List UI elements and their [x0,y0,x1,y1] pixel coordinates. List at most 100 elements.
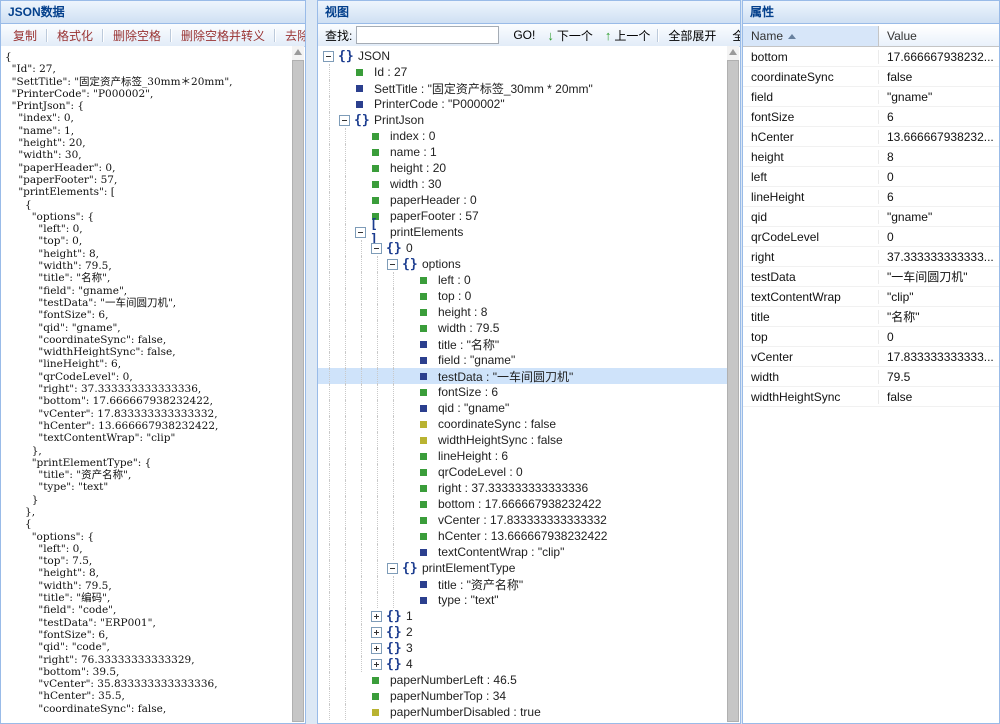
tree-node[interactable]: bottom : 17.666667938232422 [318,496,727,512]
tree-node[interactable]: [ ]printElements [318,224,727,240]
collapse-all-button[interactable]: 全部收缩 [724,27,741,44]
property-row[interactable]: coordinateSyncfalse [743,67,999,87]
tree-icon-cell: {} [338,48,354,64]
property-row[interactable]: height8 [743,147,999,167]
scroll-up-icon[interactable] [729,49,737,55]
tree-node[interactable]: {}2 [318,624,727,640]
expand-icon[interactable] [371,643,382,654]
property-row[interactable]: right37.333333333333... [743,247,999,267]
expand-icon[interactable] [371,659,382,670]
property-row[interactable]: bottom17.666667938232... [743,47,999,67]
column-header-name[interactable]: Name [743,26,879,46]
tree-node[interactable]: widthHeightSync : false [318,432,727,448]
scrollbar-thumb[interactable] [292,60,304,722]
tree-node-label: right : 37.333333333333336 [438,481,588,495]
tree-node[interactable]: type : "text" [318,592,727,608]
json-source-text[interactable]: { "Id": 27, "SettTitle": "固定资产标签_30mm＊20… [1,46,292,715]
expand-all-button[interactable]: 全部展开 [660,27,724,44]
scrollbar-thumb[interactable] [727,60,739,722]
column-header-value[interactable]: Value [879,26,999,46]
tree-node[interactable]: right : 37.333333333333336 [318,480,727,496]
property-row[interactable]: title"名称" [743,307,999,327]
tree-node[interactable]: height : 8 [318,304,727,320]
tree-node[interactable]: {}PrintJson [318,112,727,128]
tree-node[interactable]: paperHeader : 0 [318,192,727,208]
property-row[interactable]: widthHeightSyncfalse [743,387,999,407]
tree-node[interactable]: field : "gname" [318,352,727,368]
find-prev-button[interactable]: ↑ 上一个 [599,27,657,44]
tree-node[interactable]: {}3 [318,640,727,656]
tree-node[interactable]: height : 20 [318,160,727,176]
tree-node[interactable]: PrinterCode : "P000002" [318,96,727,112]
tree-scrollbar[interactable] [727,46,739,722]
property-row[interactable]: qid"gname" [743,207,999,227]
tree-node[interactable]: SettTitle : "固定资产标签_30mm * 20mm" [318,80,727,96]
tree-node[interactable]: title : "名称" [318,336,727,352]
tree-node[interactable]: width : 30 [318,176,727,192]
tree-node[interactable]: paperNumberLeft : 46.5 [318,672,727,688]
property-row[interactable]: lineHeight6 [743,187,999,207]
collapse-icon[interactable] [323,51,334,62]
collapse-icon[interactable] [387,259,398,270]
property-row[interactable]: textContentWrap"clip" [743,287,999,307]
tree-node[interactable]: {}printElementType [318,560,727,576]
tree-node[interactable]: name : 1 [318,144,727,160]
tree-node[interactable]: {}JSON [318,48,727,64]
tree-node[interactable]: testData : "一车间圆刀机" [318,368,727,384]
property-row[interactable]: testData"一车间圆刀机" [743,267,999,287]
property-row[interactable]: vCenter17.833333333333... [743,347,999,367]
tree-node[interactable]: width : 79.5 [318,320,727,336]
left-toolbar-button-2[interactable]: 删除空格 [105,27,169,44]
tree-indent-guide [370,512,386,528]
property-row[interactable]: top0 [743,327,999,347]
tree-node[interactable]: left : 0 [318,272,727,288]
json-source-editor[interactable]: { "Id": 27, "SettTitle": "固定资产标签_30mm＊20… [1,46,292,723]
scroll-up-icon[interactable] [294,49,302,55]
collapse-icon[interactable] [355,227,366,238]
tree-node[interactable]: {}options [318,256,727,272]
left-toolbar-button-0[interactable]: 复制 [5,27,45,44]
find-next-button[interactable]: ↓ 下一个 [541,27,599,44]
left-toolbar-button-1[interactable]: 格式化 [49,27,101,44]
search-input[interactable] [356,26,499,44]
tree-expander-cell [402,528,418,544]
collapse-icon[interactable] [387,563,398,574]
property-row[interactable]: hCenter13.666667938232... [743,127,999,147]
expand-icon[interactable] [371,627,382,638]
tree-node[interactable]: vCenter : 17.833333333333332 [318,512,727,528]
tree-node[interactable]: coordinateSync : false [318,416,727,432]
tree-node[interactable]: qid : "gname" [318,400,727,416]
tree-node[interactable]: {}4 [318,656,727,672]
expand-icon[interactable] [371,611,382,622]
collapse-icon[interactable] [371,243,382,254]
property-row[interactable]: width79.5 [743,367,999,387]
tree-node[interactable]: {}1 [318,608,727,624]
tree-node[interactable]: Id : 27 [318,64,727,80]
tree-node[interactable]: paperNumberTop : 34 [318,688,727,704]
property-row[interactable]: left0 [743,167,999,187]
tree-node[interactable]: paperNumberDisabled : true [318,704,727,720]
property-row[interactable]: field"gname" [743,87,999,107]
tree-indent-guide [386,480,402,496]
tree-node[interactable]: fontSize : 6 [318,384,727,400]
tree-node[interactable]: hCenter : 13.666667938232422 [318,528,727,544]
property-row[interactable]: qrCodeLevel0 [743,227,999,247]
tree-node[interactable]: {}0 [318,240,727,256]
go-button[interactable]: GO! [507,28,541,42]
tree-node[interactable]: title : "资产名称" [318,576,727,592]
tree-indent-guide [322,592,338,608]
left-toolbar-button-4[interactable]: 去除转义 [277,27,306,44]
collapse-icon[interactable] [339,115,350,126]
property-row[interactable]: fontSize6 [743,107,999,127]
tree-node[interactable]: index : 0 [318,128,727,144]
json-tree: {}JSONId : 27SettTitle : "固定资产标签_30mm * … [318,46,727,723]
tree-node-label: width : 30 [390,177,441,191]
tree-node[interactable]: qrCodeLevel : 0 [318,464,727,480]
tree-indent-guide [338,704,354,720]
tree-node[interactable]: lineHeight : 6 [318,448,727,464]
tree-node[interactable]: top : 0 [318,288,727,304]
tree-node[interactable]: textContentWrap : "clip" [318,544,727,560]
json-source-scrollbar[interactable] [292,46,304,722]
boolean-bullet-icon [372,709,379,716]
left-toolbar-button-3[interactable]: 删除空格并转义 [173,27,273,44]
